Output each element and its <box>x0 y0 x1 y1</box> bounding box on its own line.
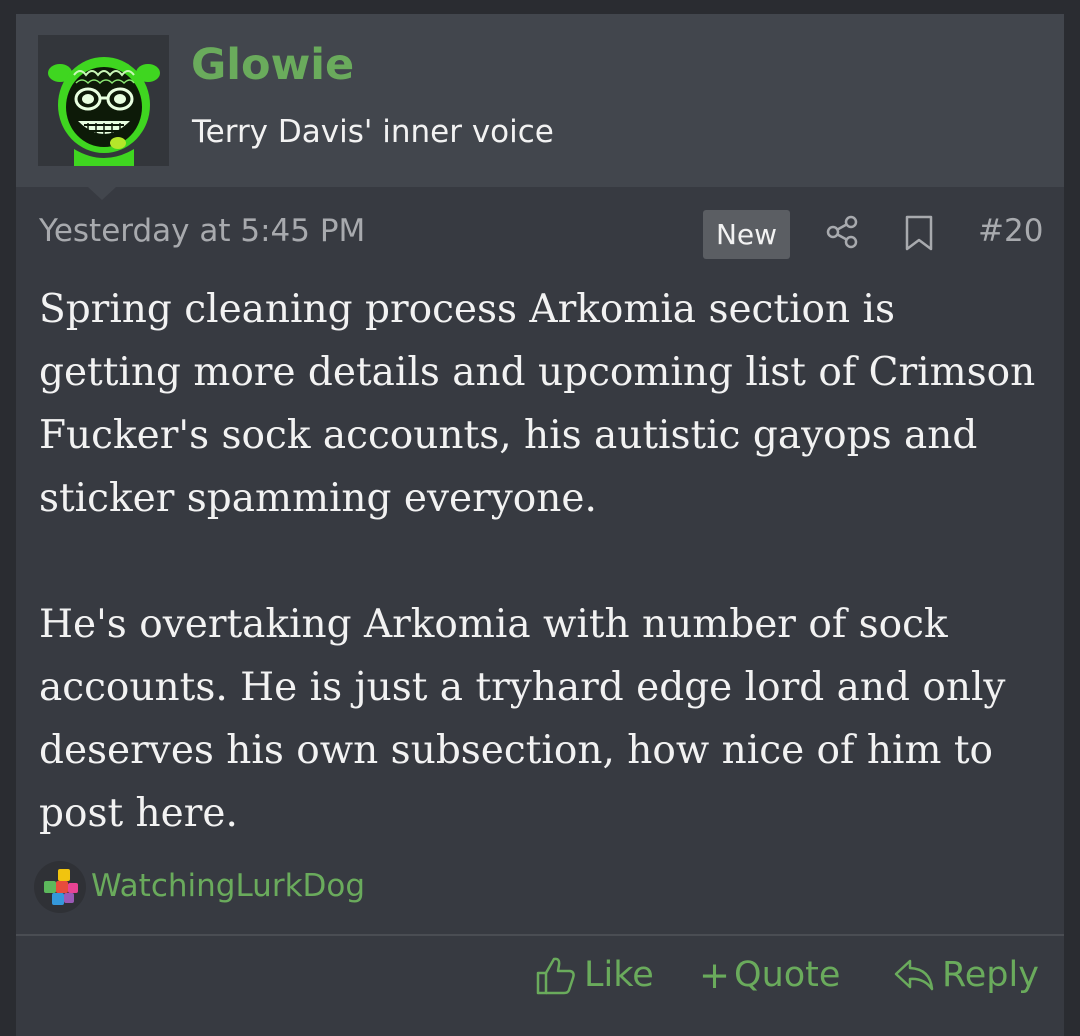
like-button[interactable]: Like <box>534 949 654 1001</box>
share-icon[interactable] <box>825 214 861 255</box>
quote-button[interactable]: + Quote <box>699 949 840 1001</box>
quote-label: Quote <box>734 955 841 995</box>
thumbs-up-icon <box>536 957 575 995</box>
user-avatar[interactable] <box>38 35 169 166</box>
reply-label: Reply <box>942 955 1039 995</box>
post-number-link[interactable]: #20 <box>978 213 1043 250</box>
post-body: Spring cleaning process Arkomia section … <box>39 278 1049 845</box>
reaction-user-link[interactable]: WatchingLurkDog <box>91 868 365 905</box>
post-paragraph: Spring cleaning process Arkomia section … <box>39 287 1036 521</box>
forum-post: Glowie Terry Davis' inner voice Yesterda… <box>16 14 1064 1036</box>
glowing-creature-avatar-icon <box>38 35 169 166</box>
user-title: Terry Davis' inner voice <box>192 114 554 150</box>
like-label: Like <box>584 955 654 995</box>
post-date[interactable]: Yesterday at 5:45 PM <box>39 213 365 250</box>
new-badge: New <box>703 210 790 259</box>
post-paragraph: He's overtaking Arkomia with number of s… <box>39 602 1006 836</box>
reply-arrow-icon <box>894 959 934 991</box>
header-pointer <box>88 187 116 200</box>
post-actions: Like + Quote Reply <box>16 949 1064 1009</box>
puzzle-pieces-reaction-icon[interactable] <box>34 861 86 913</box>
bookmark-icon[interactable] <box>902 214 936 257</box>
footer-divider <box>16 934 1064 936</box>
plus-icon: + <box>699 953 731 997</box>
reply-button[interactable]: Reply <box>892 949 1039 1001</box>
post-meta: Yesterday at 5:45 PM New #20 <box>16 209 1064 259</box>
user-name[interactable]: Glowie <box>191 40 354 92</box>
user-header: Glowie Terry Davis' inner voice <box>16 14 1064 187</box>
